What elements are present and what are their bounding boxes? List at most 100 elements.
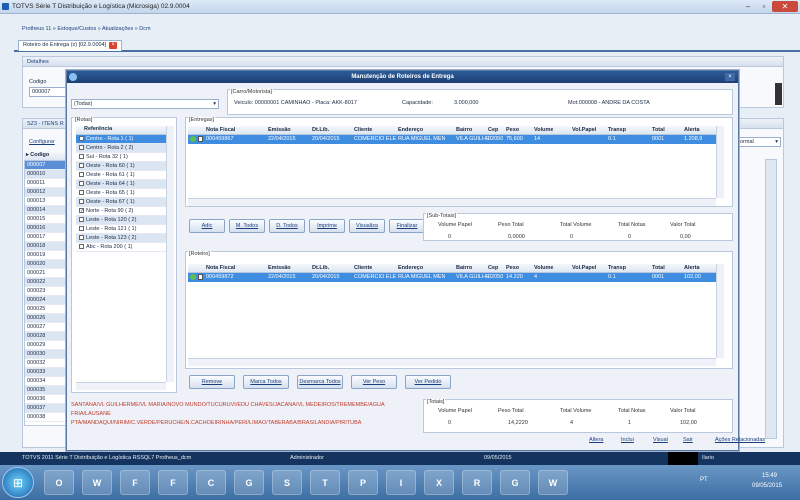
visualiza-button[interactable]: Visualiza	[349, 219, 385, 233]
checkbox[interactable]	[79, 199, 84, 205]
rotas-hscroll[interactable]	[76, 382, 166, 390]
table-row[interactable]: 000010	[25, 170, 67, 179]
table-row[interactable]: 000019	[25, 251, 67, 260]
table-row[interactable]: 000029	[25, 341, 67, 350]
table-row[interactable]: 000036	[25, 395, 67, 404]
checkbox[interactable]	[79, 244, 84, 250]
dialog-close-icon[interactable]: ×	[725, 73, 735, 81]
table-row[interactable]: 000034	[25, 377, 67, 386]
breadcrumb[interactable]: Protheus 11 » Estoque/Custos » Atualizaç…	[22, 26, 151, 32]
row-checkbox[interactable]	[198, 274, 203, 280]
desmarca-todos-button[interactable]: Desmarca Todos	[297, 375, 343, 389]
checkbox[interactable]	[79, 217, 84, 223]
table-row[interactable]: 000015	[25, 215, 67, 224]
ver-pedido-button[interactable]: Ver Pedido	[405, 375, 451, 389]
d-todos-button[interactable]: D. Todos	[269, 219, 305, 233]
close-tab-icon[interactable]: ×	[109, 42, 118, 49]
table-row[interactable]: 000028	[25, 332, 67, 341]
table-row[interactable]: 000038	[25, 413, 67, 422]
taskbar-app-icon[interactable]: C	[196, 470, 226, 495]
taskbar-app-icon[interactable]: S	[272, 470, 302, 495]
link-1[interactable]: Inclui	[621, 437, 634, 443]
table-row[interactable]: 000032	[25, 359, 67, 368]
table-row[interactable]: 000023	[25, 287, 67, 296]
rota-item[interactable]: ✓ Norte - Rota 90 ( 2)	[76, 207, 166, 216]
maximize-button[interactable]: ▫	[756, 1, 772, 12]
table-row[interactable]: 000027	[25, 323, 67, 332]
taskbar-app-icon[interactable]: W	[538, 470, 568, 495]
taskbar-app-icon[interactable]: T	[310, 470, 340, 495]
taskbar-app-icon[interactable]: F	[158, 470, 188, 495]
roteiro-row[interactable]: 000459872 22/04/2015 20/04/2015 COMERCIO EL…	[188, 273, 716, 282]
imprime-button[interactable]: Imprime	[309, 219, 345, 233]
rota-item[interactable]: Oeste - Rota 64 ( 1)	[76, 180, 166, 189]
roteiro-hscroll[interactable]	[188, 358, 716, 366]
link-2[interactable]: Visual	[653, 437, 668, 443]
table-row[interactable]: 000021	[25, 269, 67, 278]
start-button[interactable]: ⊞	[2, 467, 34, 498]
configurar-link[interactable]: Configurar	[29, 139, 55, 145]
finalizar-button[interactable]: Finalizar	[389, 219, 425, 233]
referencia-header[interactable]: Referência	[76, 126, 166, 135]
minimize-button[interactable]: –	[740, 1, 756, 12]
rotas-vscroll[interactable]	[166, 126, 174, 382]
table-row[interactable]: 000037	[25, 404, 67, 413]
table-row[interactable]: 000013	[25, 197, 67, 206]
taskbar-app-icon[interactable]: P	[348, 470, 378, 495]
rota-item[interactable]: Oeste - Rota 65 ( 1)	[76, 189, 166, 198]
sz3-right-scroll[interactable]	[765, 159, 777, 439]
checkbox[interactable]	[79, 163, 84, 169]
language-indicator[interactable]: PT	[700, 477, 708, 483]
table-row[interactable]: 000024	[25, 296, 67, 305]
table-row[interactable]: 000030	[25, 350, 67, 359]
table-row[interactable]: 000016	[25, 224, 67, 233]
link-4[interactable]: Ações Relacionadas	[715, 437, 765, 443]
taskbar-app-icon[interactable]: G	[500, 470, 530, 495]
view-select[interactable]: Normal ▾	[733, 137, 781, 147]
entregas-row[interactable]: 000459867 22/04/2015 20/04/2015 COMERCIO EL…	[188, 135, 716, 144]
table-row[interactable]: 000033	[25, 368, 67, 377]
taskbar-app-icon[interactable]: O	[44, 470, 74, 495]
table-row[interactable]: 000025	[25, 305, 67, 314]
codigo-field[interactable]: 000007	[29, 87, 69, 97]
checkbox[interactable]	[79, 226, 84, 232]
adic-button[interactable]: Adic	[189, 219, 225, 233]
marca-todos-button[interactable]: Marca Todos	[243, 375, 289, 389]
remove-button[interactable]: Remove	[189, 375, 235, 389]
taskbar-app-icon[interactable]: W	[82, 470, 112, 495]
taskbar-app-icon[interactable]: X	[424, 470, 454, 495]
table-row[interactable]: 000022	[25, 278, 67, 287]
rota-item[interactable]: Centro - Rota 2 ( 2)	[76, 144, 166, 153]
rota-item[interactable]: ✓ Centro - Rota 1 ( 1)	[76, 135, 166, 144]
rota-item[interactable]: Leste - Rota 121 ( 1)	[76, 225, 166, 234]
taskbar-app-icon[interactable]: F	[120, 470, 150, 495]
rota-item[interactable]: Oeste - Rota 60 ( 1)	[76, 162, 166, 171]
table-row[interactable]: 000007	[25, 161, 67, 170]
rota-item[interactable]: Leste - Rota 123 ( 2)	[76, 234, 166, 243]
checkbox[interactable]	[79, 190, 84, 196]
rota-item[interactable]: Leste - Rota 120 ( 2)	[76, 216, 166, 225]
checkbox[interactable]: ✓	[79, 136, 84, 142]
detalhes-scroll[interactable]	[775, 83, 782, 105]
checkbox[interactable]	[79, 235, 84, 241]
link-3[interactable]: Sair	[683, 437, 693, 443]
taskbar-app-icon[interactable]: R	[462, 470, 492, 495]
table-row[interactable]: 000035	[25, 386, 67, 395]
close-button[interactable]: ✕	[772, 1, 798, 12]
entregas-hscroll[interactable]	[188, 198, 716, 206]
checkbox[interactable]: ✓	[79, 208, 84, 214]
link-0[interactable]: Altera	[589, 437, 603, 443]
taskbar-app-icon[interactable]: I	[386, 470, 416, 495]
table-row[interactable]: 000026	[25, 314, 67, 323]
table-row[interactable]: 000018	[25, 242, 67, 251]
roteiro-vscroll[interactable]	[716, 264, 724, 358]
tab-roteiro[interactable]: Roteiro de Entrega (x) [02.9.0004] ×	[18, 40, 123, 51]
table-row[interactable]: 000011	[25, 179, 67, 188]
ver-peso-button[interactable]: Ver Peso	[351, 375, 397, 389]
rota-item[interactable]: Oeste - Rota 61 ( 1)	[76, 171, 166, 180]
rota-item[interactable]: Oeste - Rota 67 ( 1)	[76, 198, 166, 207]
checkbox[interactable]	[79, 154, 84, 160]
table-row[interactable]: 000014	[25, 206, 67, 215]
table-row[interactable]: 000012	[25, 188, 67, 197]
taskbar-app-icon[interactable]: G	[234, 470, 264, 495]
